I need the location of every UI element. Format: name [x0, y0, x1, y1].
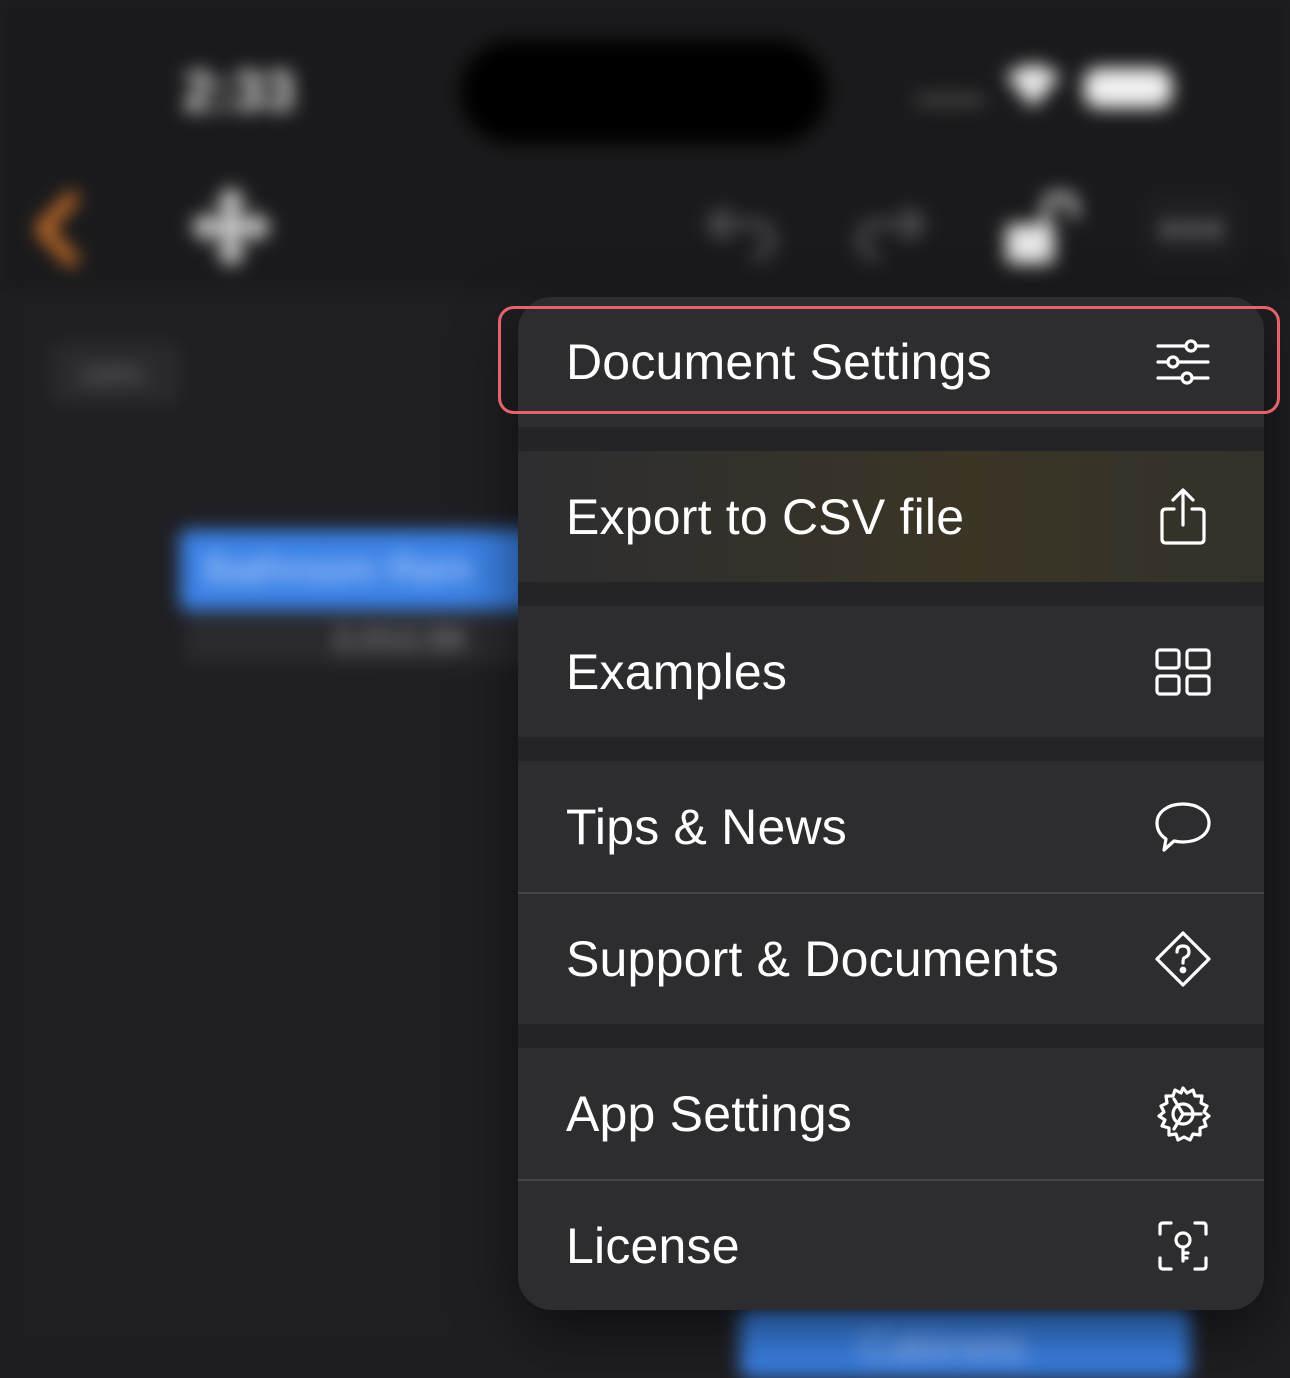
unlock-icon[interactable]	[1002, 190, 1086, 268]
undo-icon[interactable]	[705, 200, 777, 260]
mindmap-node[interactable]: Cabinets	[740, 1308, 1190, 1378]
status-time: 2:33	[183, 59, 296, 122]
menu-item-label: Document Settings	[566, 334, 992, 390]
more-button[interactable]	[1145, 193, 1237, 263]
menu-item-label: Support & Documents	[566, 931, 1059, 987]
node-value: 2,012.56	[185, 612, 545, 664]
menu-group-gap	[518, 1024, 1264, 1048]
menu-group-gap	[518, 737, 1264, 761]
node-label: Cabinets	[860, 1322, 1026, 1369]
menu-item-label: App Settings	[566, 1085, 852, 1142]
key-icon	[1154, 1217, 1212, 1275]
menu-item-label: Export to CSV file	[566, 488, 965, 545]
zoom-chip[interactable]: 100%	[50, 342, 180, 404]
menu-item-label: Examples	[566, 643, 788, 700]
grid-icon	[1154, 643, 1212, 701]
gear-icon	[1154, 1085, 1212, 1143]
node-value-text: 2,012.56	[333, 620, 466, 658]
node-label: Bathroom Rem	[204, 548, 473, 592]
signal-icon	[915, 96, 985, 104]
menu-item-label: Tips & News	[566, 798, 847, 855]
status-bar: 2:33	[0, 0, 1290, 170]
help-diamond-icon	[1154, 930, 1212, 988]
battery-icon	[1084, 68, 1172, 108]
chevron-left-icon[interactable]	[32, 192, 82, 266]
menu-item-license[interactable]: License	[518, 1181, 1264, 1310]
menu-item-document-settings[interactable]: Document Settings	[518, 297, 1264, 427]
sliders-icon	[1154, 333, 1212, 391]
speech-bubble-icon	[1154, 798, 1212, 856]
menu-item-label: License	[566, 1217, 740, 1274]
menu-group-gap	[518, 427, 1264, 451]
menu-item-tips-news[interactable]: Tips & News	[518, 761, 1264, 892]
ellipsis-icon	[1163, 223, 1176, 236]
menu-item-examples[interactable]: Examples	[518, 606, 1264, 737]
menu-group-gap	[518, 582, 1264, 606]
share-icon	[1154, 487, 1212, 546]
move-arrows-icon[interactable]	[186, 182, 276, 272]
menu-item-app-settings[interactable]: App Settings	[518, 1048, 1264, 1179]
dynamic-island	[460, 40, 828, 144]
wifi-icon	[1006, 65, 1060, 108]
zoom-label: 100%	[78, 360, 145, 390]
more-menu: Document Settings Export to CSV file Exa…	[518, 297, 1264, 1310]
redo-icon[interactable]	[855, 200, 927, 260]
menu-item-support-documents[interactable]: Support & Documents	[518, 894, 1264, 1024]
menu-item-export-csv[interactable]: Export to CSV file	[518, 451, 1264, 582]
